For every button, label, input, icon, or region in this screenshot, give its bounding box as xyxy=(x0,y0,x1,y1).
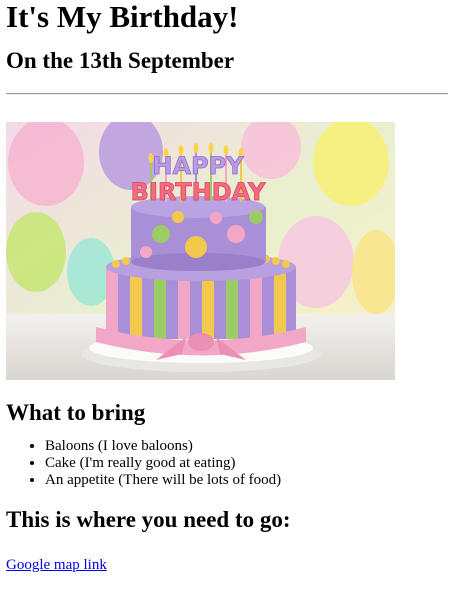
page-title: It's My Birthday! xyxy=(6,0,239,34)
birthday-cake-image: HAPPY BIRTHDAY xyxy=(6,122,395,380)
what-to-bring-heading: What to bring xyxy=(6,400,146,425)
cake-topper-happy: HAPPY xyxy=(152,152,244,180)
date-heading: On the 13th September xyxy=(6,48,235,73)
map-link-paragraph: Google map link xyxy=(6,556,448,574)
google-map-link[interactable]: Google map link xyxy=(6,557,107,573)
directions-heading: This is where you need to go: xyxy=(6,507,291,532)
bring-list: Baloons (I love baloons) Cake (I'm reall… xyxy=(6,438,448,489)
cake-topper-birthday: BIRTHDAY xyxy=(131,178,266,206)
list-item: An appetite (There will be lots of food) xyxy=(45,472,448,489)
list-item: Baloons (I love baloons) xyxy=(45,438,448,455)
page: It's My Birthday! On the 13th September xyxy=(0,0,454,574)
divider xyxy=(6,93,448,95)
list-item: Cake (I'm really good at eating) xyxy=(45,455,448,472)
